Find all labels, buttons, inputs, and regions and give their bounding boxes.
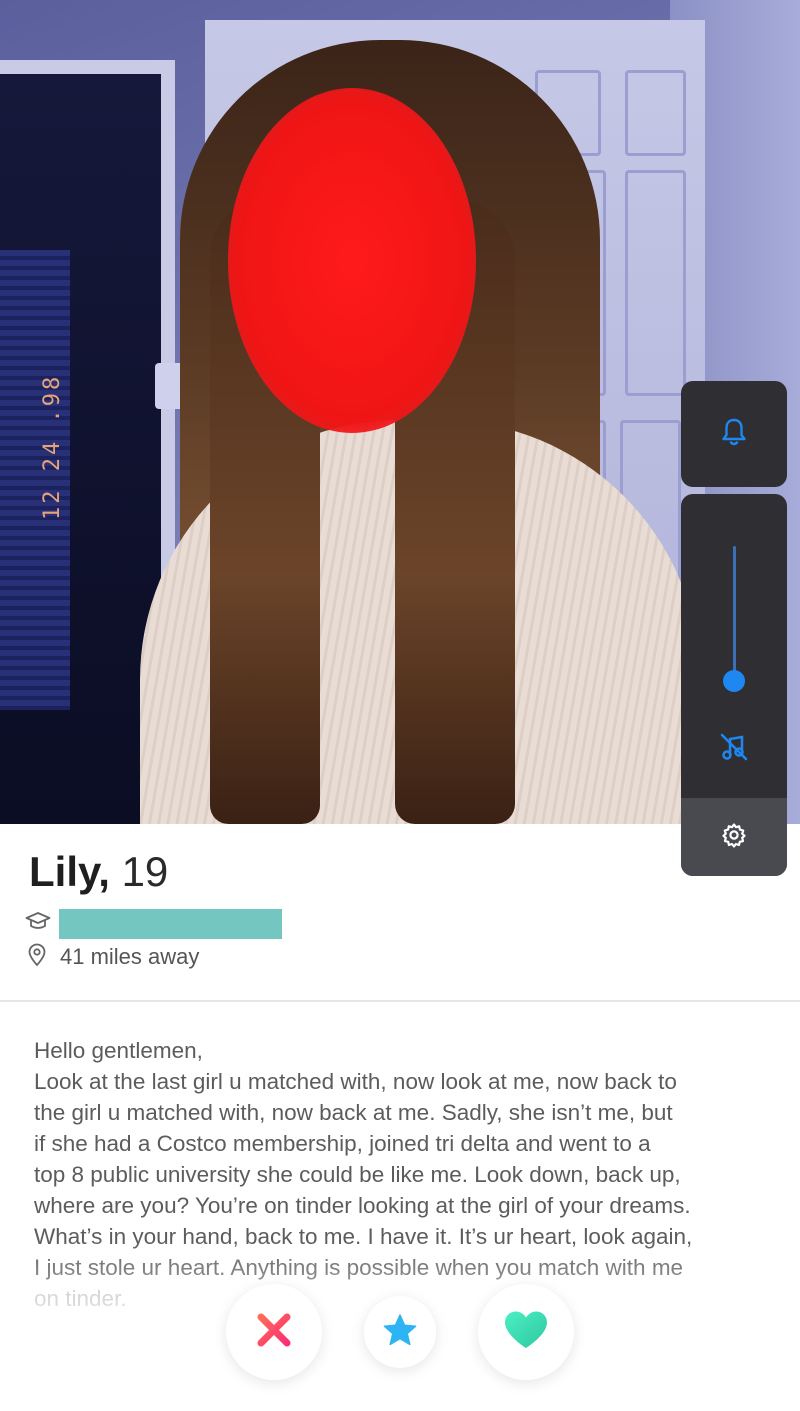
bio-line: Hello gentlemen, xyxy=(34,1038,203,1063)
bio-line: top 8 public university she could be lik… xyxy=(34,1162,681,1187)
music-off-icon[interactable] xyxy=(717,730,751,764)
face-redaction xyxy=(228,88,476,433)
volume-panel xyxy=(681,494,787,876)
ringer-button[interactable] xyxy=(681,381,787,487)
volume-slider-track[interactable] xyxy=(733,546,736,678)
profile-name: Lily, xyxy=(29,848,110,895)
distance-row: 41 miles away xyxy=(26,942,199,972)
super-like-button[interactable] xyxy=(364,1296,436,1368)
star-icon xyxy=(382,1313,418,1352)
school-redaction xyxy=(59,909,282,939)
profile-photo[interactable]: 12 24 .98 xyxy=(0,0,800,824)
section-divider xyxy=(0,1000,800,1002)
bio-line: where are you? You’re on tinder looking … xyxy=(34,1193,691,1218)
profile-age: 19 xyxy=(121,848,169,895)
bio-text: Hello gentlemen, Look at the last girl u… xyxy=(34,1035,784,1314)
like-button[interactable] xyxy=(478,1284,574,1380)
bio-line: Look at the last girl u matched with, no… xyxy=(34,1069,677,1094)
school-row xyxy=(25,908,51,940)
distance-text: 41 miles away xyxy=(60,944,200,969)
bio-line: if she had a Costco membership, joined t… xyxy=(34,1131,651,1156)
profile-name-age: Lily, 19 xyxy=(29,851,168,893)
volume-slider-thumb[interactable] xyxy=(723,670,745,692)
nope-button[interactable] xyxy=(226,1284,322,1380)
location-pin-icon xyxy=(26,943,48,972)
graduation-cap-icon xyxy=(25,911,51,938)
bio-line: What’s in your hand, back to me. I have … xyxy=(34,1224,693,1249)
bio-line: the girl u matched with, now back at me.… xyxy=(34,1100,673,1125)
volume-settings-button[interactable] xyxy=(681,798,787,876)
bell-icon xyxy=(721,417,747,452)
bio-line: I just stole ur heart. Anything is possi… xyxy=(34,1255,684,1280)
heart-icon xyxy=(503,1310,549,1355)
gear-icon xyxy=(721,822,747,853)
x-icon xyxy=(254,1310,294,1355)
camera-timestamp: 12 24 .98 xyxy=(40,373,65,520)
